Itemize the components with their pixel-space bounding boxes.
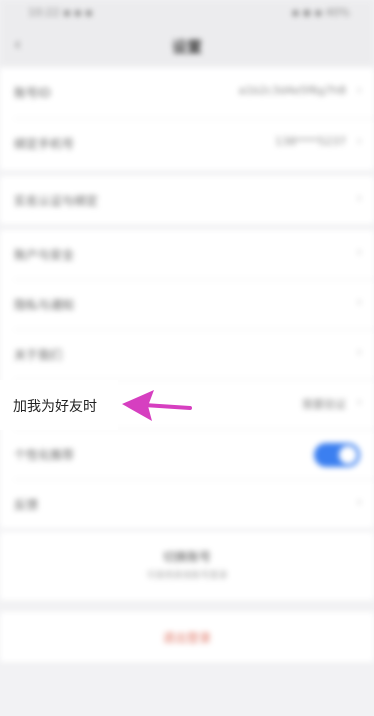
account-group: 账号ID a1b2c3d4e5f6g7h8 › 绑定手机号 138****523…	[0, 68, 374, 170]
arrow-shaft	[142, 403, 192, 410]
row-value: 需要验证	[302, 398, 346, 411]
row-account-id[interactable]: 账号ID a1b2c3d4e5f6g7h8 ›	[0, 68, 374, 117]
row-label: 关于我们	[14, 348, 63, 362]
page-title: 设置	[171, 38, 202, 56]
navigation-bar: ‹ 设置	[0, 26, 374, 66]
recommend-toggle[interactable]	[314, 443, 360, 467]
row-label: 账号ID	[14, 86, 51, 100]
row-about[interactable]: 关于我们 ›	[0, 330, 374, 379]
row-phone[interactable]: 绑定手机号 138****5237 ›	[0, 119, 374, 168]
add-friend-label: 加我为好友时	[13, 399, 97, 415]
row-verification[interactable]: 实名认证与绑定 ›	[0, 176, 374, 225]
chevron-right-icon: ›	[356, 295, 362, 310]
logout-button[interactable]: 退出登录	[0, 612, 374, 662]
status-icons: ▪ ◆ ▪ 40%	[291, 6, 350, 19]
row-label: 反馈	[14, 498, 39, 512]
row-label: 实名认证与绑定	[14, 194, 99, 208]
chevron-right-icon: ›	[356, 245, 362, 260]
settings-screen: 10:22 ▪ ▪ ▪ ▪ ◆ ▪ 40% ‹ 设置 账号ID a1b2c3d4…	[0, 0, 374, 716]
status-bar: 10:22 ▪ ▪ ▪ ▪ ◆ ▪ 40%	[0, 0, 374, 26]
row-recommend: 个性化推荐	[0, 430, 374, 479]
row-label: 个性化推荐	[14, 448, 75, 462]
chevron-right-icon: ›	[356, 191, 362, 206]
toggle-knob	[339, 446, 357, 464]
chevron-right-icon: ›	[356, 83, 362, 98]
chevron-right-icon: ›	[356, 134, 362, 149]
switch-account-subtitle: 可使用其他账号登录	[146, 571, 228, 581]
logout-label: 退出登录	[162, 631, 211, 645]
settings-group: 账户与安全 › 隐私与通知 › 关于我们 › 需要验证 › 个性化推荐 反馈 ›	[0, 230, 374, 528]
status-time: 10:22 ▪ ▪ ▪	[28, 6, 93, 19]
switch-account-button[interactable]: 切换账号 可使用其他账号登录	[0, 532, 374, 600]
verify-group: 实名认证与绑定 ›	[0, 176, 374, 224]
pointer-arrow-icon	[122, 390, 192, 421]
row-label: 绑定手机号	[14, 137, 75, 151]
row-security[interactable]: 账户与安全 ›	[0, 230, 374, 279]
chevron-right-icon: ›	[356, 345, 362, 360]
blurred-background: 10:22 ▪ ▪ ▪ ▪ ◆ ▪ 40% ‹ 设置 账号ID a1b2c3d4…	[0, 0, 374, 716]
add-friend-highlight[interactable]: 加我为好友时	[0, 380, 118, 430]
row-privacy[interactable]: 隐私与通知 ›	[0, 280, 374, 329]
row-feedback[interactable]: 反馈 ›	[0, 480, 374, 529]
chevron-right-icon: ›	[356, 495, 362, 510]
row-label: 账户与安全	[14, 248, 75, 262]
switch-account-label: 切换账号	[162, 550, 211, 564]
chevron-right-icon: ›	[356, 395, 362, 410]
row-value: 138****5237	[275, 135, 346, 148]
row-value: a1b2c3d4e5f6g7h8	[238, 84, 346, 97]
row-label: 隐私与通知	[14, 298, 75, 312]
